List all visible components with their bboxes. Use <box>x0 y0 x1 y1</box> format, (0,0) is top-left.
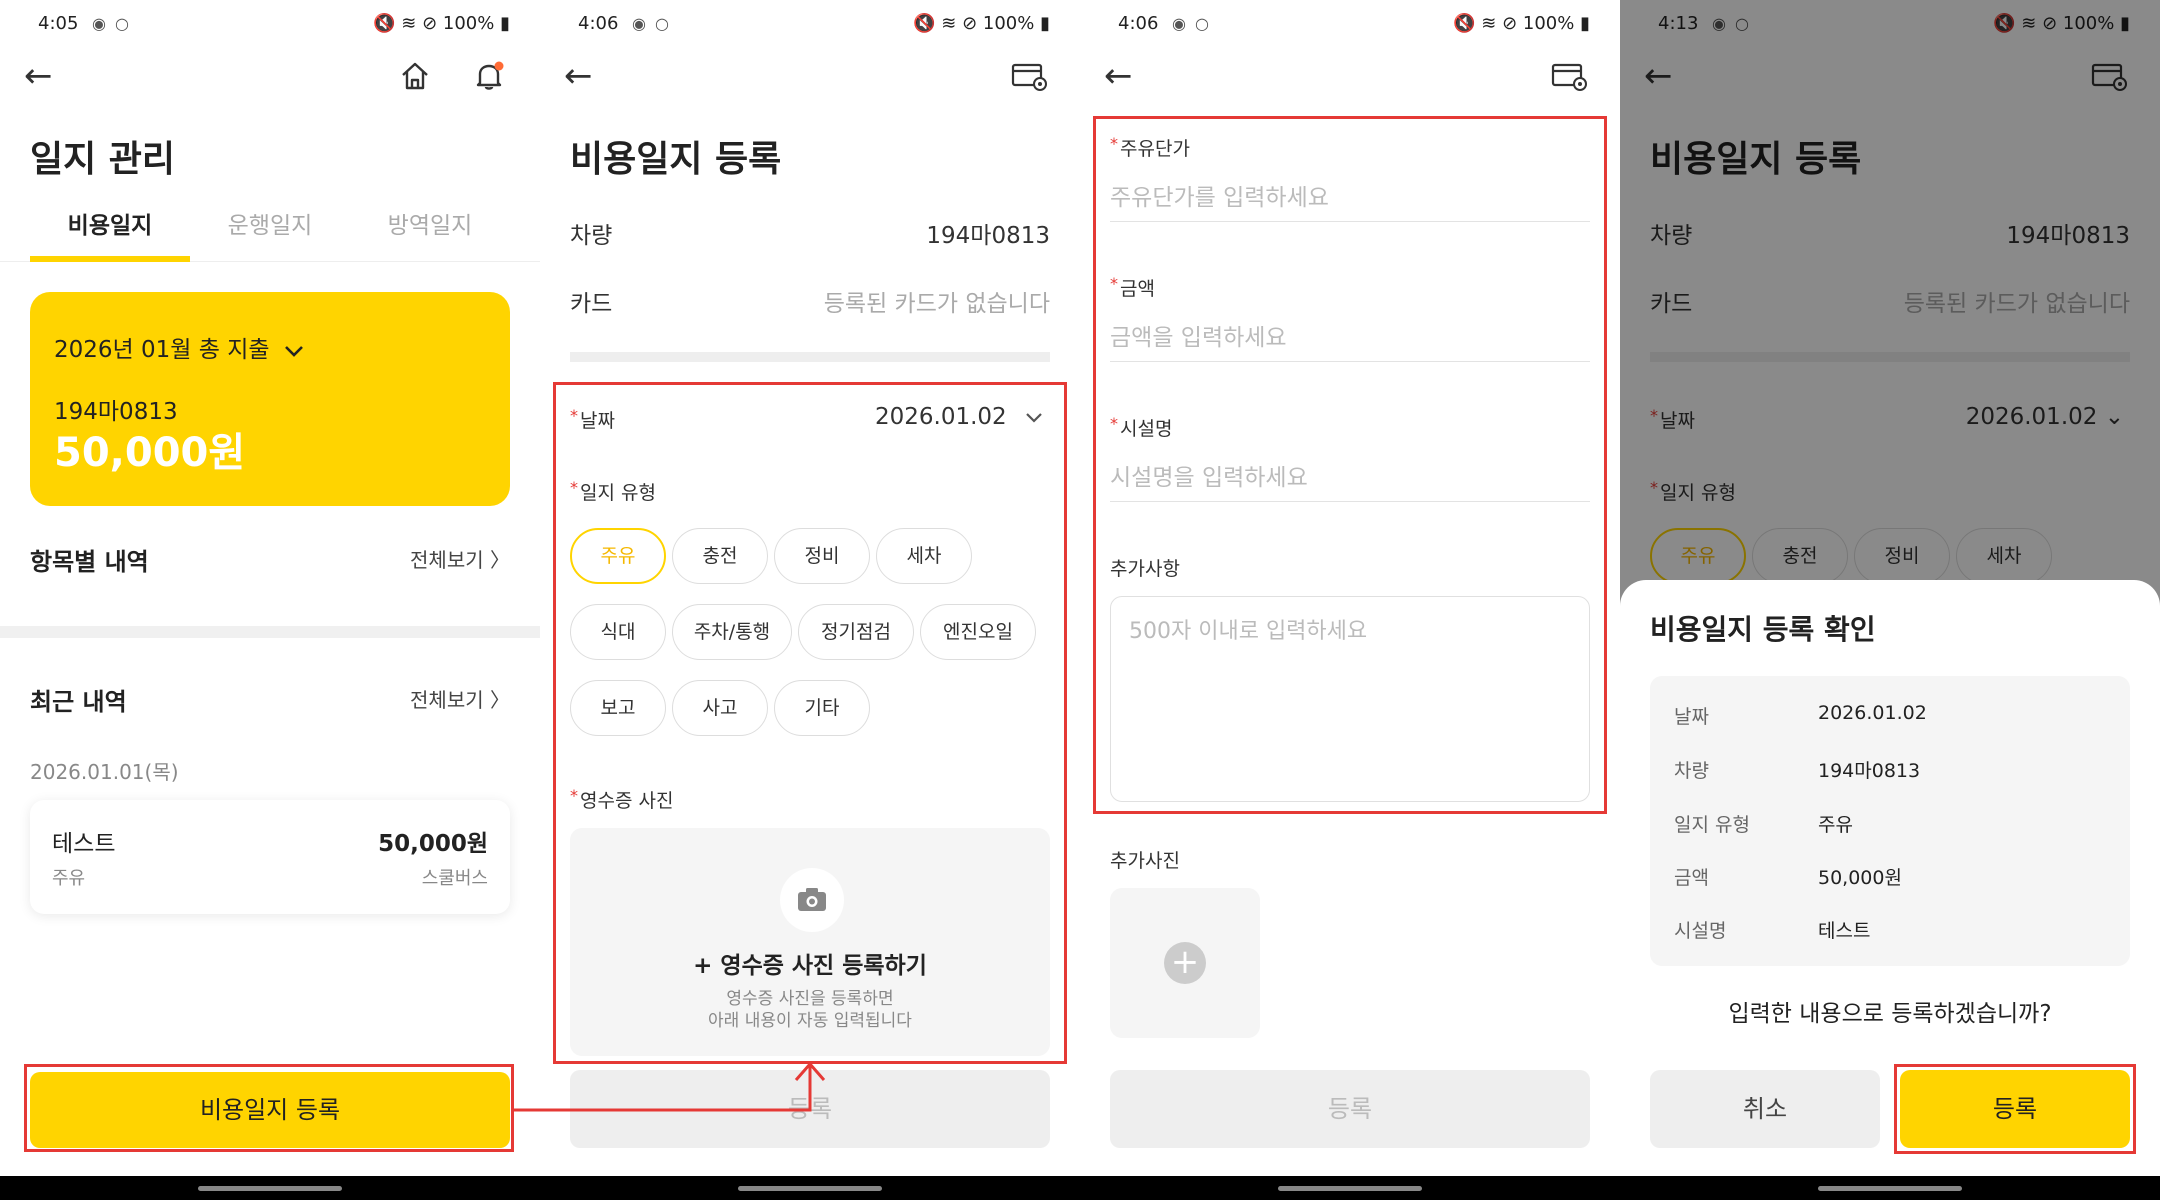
flow-arrow <box>514 1061 826 1112</box>
